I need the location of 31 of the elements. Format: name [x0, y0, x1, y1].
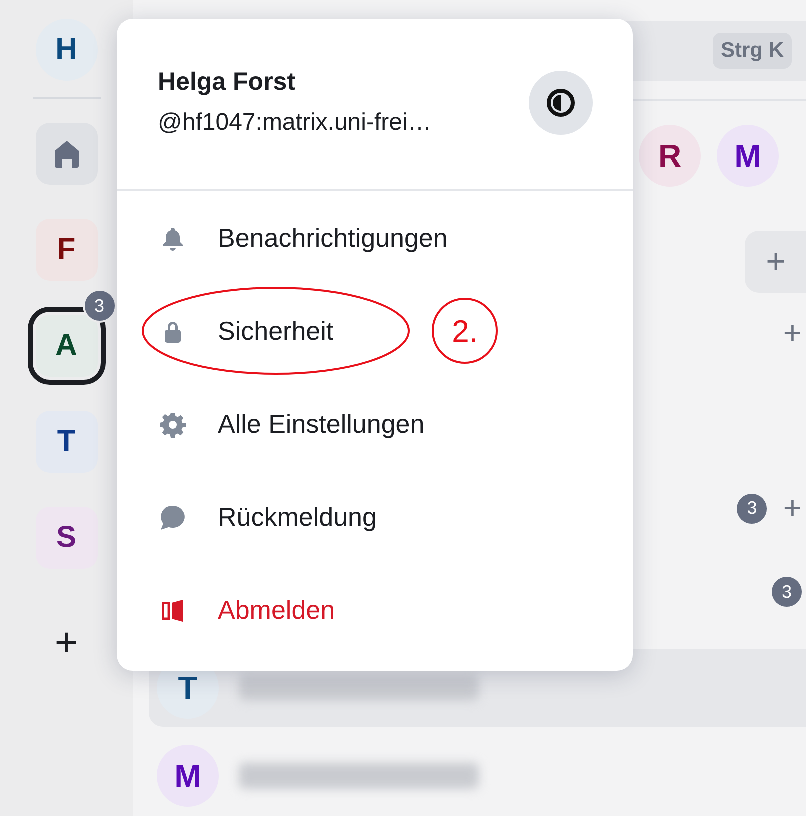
- annotation-marker: 2.: [432, 298, 498, 364]
- bell-icon: [162, 226, 184, 250]
- user-name: Helga Forst: [158, 68, 297, 97]
- menu-item[interactable]: Alle Einstellungen: [117, 378, 633, 471]
- unread-badge: 3: [737, 494, 768, 524]
- menu-item[interactable]: Rückmeldung: [117, 471, 633, 564]
- room-row[interactable]: M: [149, 737, 806, 815]
- contrast-icon: [547, 89, 575, 117]
- user-avatar[interactable]: H: [36, 19, 98, 81]
- space-icon-button[interactable]: A: [36, 315, 98, 377]
- room-avatar: M: [157, 745, 219, 807]
- add-button[interactable]: +: [745, 231, 806, 293]
- settings-icon: [160, 412, 186, 438]
- exit-icon: [161, 598, 185, 622]
- space-icon-button[interactable]: S: [36, 507, 98, 569]
- space-icon-button[interactable]: T: [36, 411, 98, 473]
- unread-badge: 3: [82, 289, 116, 323]
- space-icon-button[interactable]: F: [36, 219, 98, 281]
- member-avatar[interactable]: M: [717, 125, 779, 187]
- home-icon: [54, 140, 80, 168]
- unread-badge: 3: [772, 577, 802, 607]
- lock-icon: [162, 320, 184, 344]
- add-icon-button[interactable]: +: [783, 490, 802, 527]
- speech-bubble-icon: [160, 504, 186, 530]
- user-id: @hf1047:matrix.uni-frei…: [158, 109, 432, 137]
- add-space-button[interactable]: +: [54, 623, 78, 663]
- home-button[interactable]: [36, 123, 98, 185]
- shortcut-key: Strg K: [713, 33, 792, 69]
- member-avatar[interactable]: R: [639, 125, 701, 187]
- menu-item[interactable]: Benachrichtigungen: [117, 192, 633, 285]
- add-icon-button[interactable]: +: [783, 315, 802, 352]
